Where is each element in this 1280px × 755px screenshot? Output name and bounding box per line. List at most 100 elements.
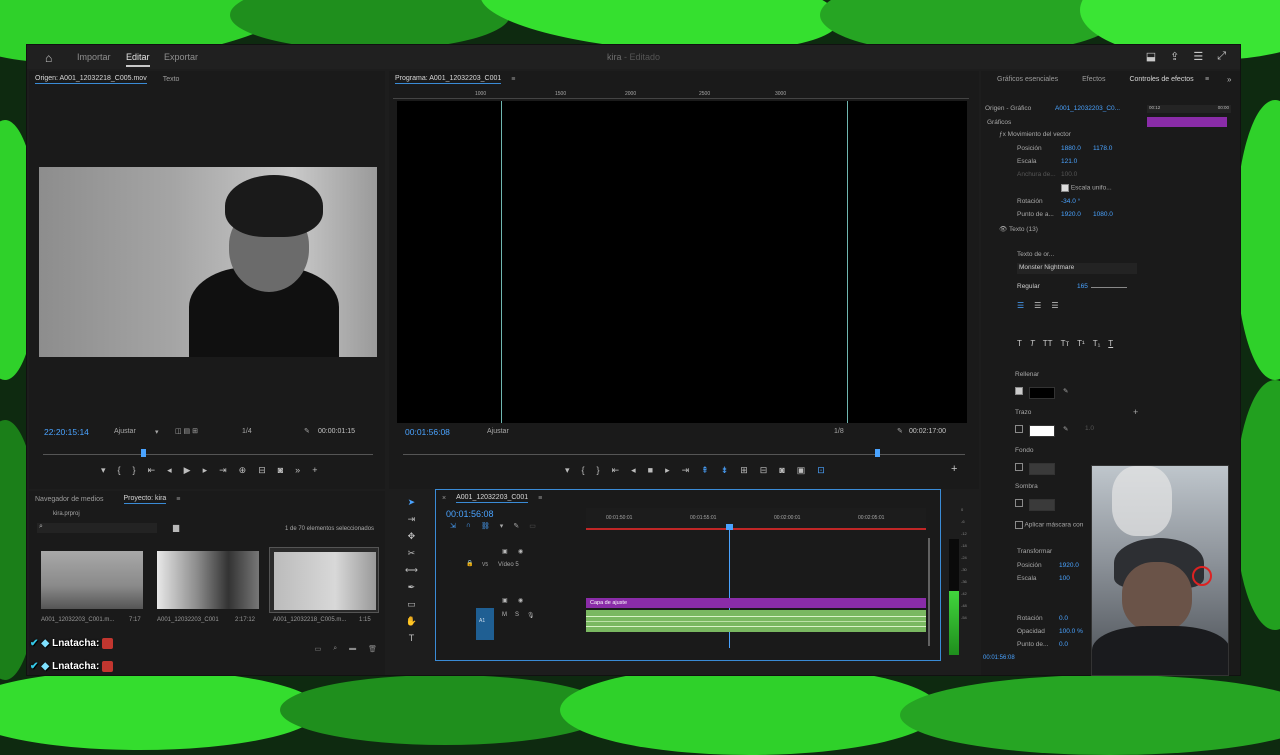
fx-value[interactable]: 1920.0 [1061,211,1081,218]
playhead-handle[interactable] [726,524,733,530]
new-bin-icon[interactable]: ▭ [315,645,322,653]
eye-icon[interactable]: ◉ [518,548,523,555]
compare-icon[interactable]: ⊟ [760,465,768,476]
timeline-scrollbar[interactable] [928,538,930,646]
superscript-icon[interactable]: T¹ [1077,339,1085,348]
search-icon[interactable]: ⌕ [333,645,337,653]
align-center-icon[interactable]: ☰ [1034,301,1041,310]
fx-value[interactable]: 1178.0 [1093,145,1112,152]
new-item-icon[interactable]: ▬ [349,645,356,653]
fullscreen-icon[interactable]: ⤢ [1217,50,1226,63]
align-right-icon[interactable]: ☰ [1051,301,1058,310]
source-timecode[interactable]: 22:20:15:14 [44,427,89,437]
project-thumbnail[interactable] [157,551,259,609]
step-back-icon[interactable]: ◂ [167,465,172,476]
add-button-icon[interactable]: + [312,465,317,476]
vector-motion-label[interactable]: ƒx Movimiento del vector [999,131,1071,138]
go-in-icon[interactable]: ⇤ [612,465,620,476]
stroke-color-swatch[interactable] [1029,425,1055,437]
tab-sequence[interactable]: A001_12032203_C001 [456,494,529,503]
fill-checkbox[interactable] [1015,387,1023,395]
eye-icon[interactable]: ◉ [518,597,523,604]
source-scrubber[interactable] [43,454,373,455]
menu-icon[interactable]: ≡ [511,76,515,83]
step-forward-icon[interactable]: ▸ [203,465,208,476]
eyedropper-icon[interactable]: ✎ [1063,425,1068,433]
go-out-icon[interactable]: ⇥ [219,465,227,476]
source-video-frame[interactable] [39,167,377,357]
fill-color-swatch[interactable] [1029,387,1055,399]
subscript-icon[interactable]: T₁ [1093,339,1101,348]
share-icon[interactable]: ⇪ [1170,50,1179,63]
close-icon[interactable]: × [442,495,446,502]
mark-in-icon[interactable]: { [582,465,585,476]
hand-icon[interactable]: ✋ [406,616,417,627]
small-caps-icon[interactable]: Tт [1061,339,1070,348]
stop-icon[interactable]: ■ [648,465,653,476]
timeline-ruler[interactable]: 00:01:50:01 00:01:55:01 00:02:00:01 00:0… [586,508,926,530]
insert-icon[interactable]: ⊕ [239,465,247,476]
search-input[interactable]: ⌕ [37,523,157,533]
quick-export-icon[interactable]: ⬓ [1146,50,1156,63]
underline-icon[interactable]: T [1108,339,1113,348]
overwrite-icon[interactable]: ⊟ [258,465,266,476]
tab-text[interactable]: Texto [163,76,180,83]
bold-icon[interactable]: T [1017,339,1022,348]
type-tool-icon[interactable]: T [409,633,415,643]
mark-out-icon[interactable]: } [133,465,136,476]
pen-icon[interactable]: ✒ [408,582,416,593]
go-out-icon[interactable]: ⇥ [682,465,690,476]
folder-icon[interactable]: ▆ [173,523,179,532]
solo-icon[interactable]: S [515,612,519,619]
settings-icon[interactable]: ◫ ▤ ⊞ [175,427,198,435]
tab-media-browser[interactable]: Navegador de medios [35,496,104,503]
rectangle-icon[interactable]: ▭ [407,599,416,610]
program-video-frame[interactable] [397,101,967,423]
background-color-swatch[interactable] [1029,463,1055,475]
expand-icon[interactable]: » [1227,75,1231,84]
step-forward-icon[interactable]: ▸ [665,465,670,476]
mute-icon[interactable]: M [502,612,507,619]
tab-effect-controls[interactable]: Controles de efectos [1129,76,1193,83]
program-timecode[interactable]: 00:01:56:08 [405,427,450,437]
fx-value[interactable]: 0.0 [1059,641,1068,648]
fx-value[interactable]: 100 [1059,575,1070,582]
mark-in-icon[interactable]: { [118,465,121,476]
extract-icon[interactable]: ⇟ [721,465,729,476]
snap-icon[interactable]: ∩ [466,522,471,530]
fx-value[interactable]: 100.0 % [1059,628,1083,635]
source-playhead[interactable] [141,449,146,457]
source-fit-select[interactable]: Ajustar [114,428,136,435]
stroke-checkbox[interactable] [1015,425,1023,433]
fx-value[interactable]: 121.0 [1061,158,1077,165]
track-select-icon[interactable]: ⇥ [408,514,416,525]
tab-program[interactable]: Programa: A001_12032203_C001 [395,75,502,84]
eyedropper-icon[interactable]: ✎ [1063,387,1068,395]
background-checkbox[interactable] [1015,463,1023,471]
more-icon[interactable]: » [295,465,300,476]
project-thumbnail-selected[interactable] [269,547,379,613]
slip-icon[interactable]: ⟷ [405,565,418,576]
captions-icon[interactable]: ▭ [529,522,536,530]
tab-essential-graphics[interactable]: Gráficos esenciales [997,76,1058,83]
marker-icon[interactable]: ▾ [565,465,570,476]
shadow-checkbox[interactable] [1015,499,1023,507]
tab-project[interactable]: Proyecto: kira [123,495,167,504]
uniform-scale-checkbox[interactable]: Escala unifo... [1061,184,1112,192]
audio-clip[interactable] [586,610,926,632]
lift-icon[interactable]: ⇞ [701,465,709,476]
italic-icon[interactable]: T [1030,339,1035,348]
effect-source-clip[interactable]: A001_12032203_C0... [1055,105,1120,112]
multicam-icon[interactable]: ▣ [797,465,806,476]
fx-value[interactable]: 1080.0 [1093,211,1113,218]
adjustment-layer-clip[interactable]: Capa de ajuste [586,598,926,608]
program-playhead[interactable] [875,449,880,457]
marker-icon[interactable]: ▾ [101,465,106,476]
program-scrubber[interactable] [403,454,965,455]
vr-icon[interactable]: ⊡ [817,465,825,476]
tab-effects[interactable]: Efectos [1082,76,1105,83]
all-caps-icon[interactable]: TT [1043,339,1053,348]
marker-icon[interactable]: ▾ [500,522,504,530]
chevron-down-icon[interactable]: ▾ [155,428,159,436]
shadow-color-swatch[interactable] [1029,499,1055,511]
